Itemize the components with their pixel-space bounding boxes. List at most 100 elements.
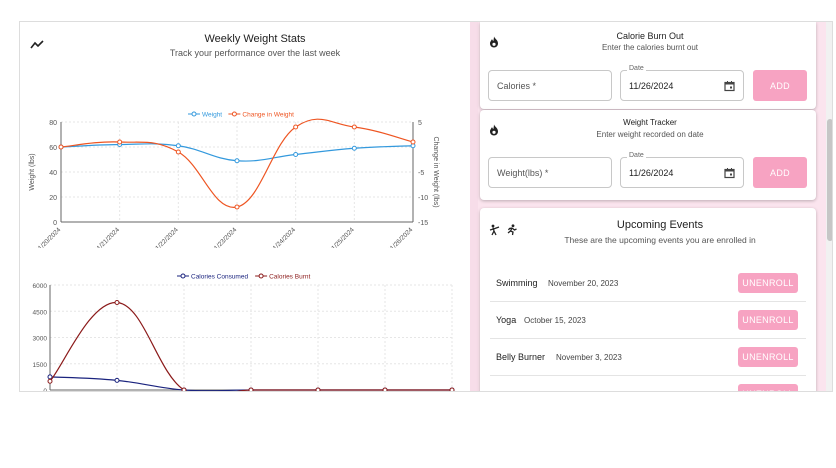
unenroll-button[interactable]: UNENROLL xyxy=(738,384,798,391)
event-date: November 3, 2023 xyxy=(556,352,622,362)
y-tick-label: 1500 xyxy=(33,362,48,369)
x-tick-label: 11/25/2024 xyxy=(328,226,356,248)
calories-input-label: Calories * xyxy=(497,80,537,91)
calorie-add-button[interactable]: ADD xyxy=(753,70,807,101)
weight-date-field[interactable]: Date 11/26/2024 xyxy=(620,152,744,188)
event-name: Belly Burner xyxy=(496,352,546,362)
data-point xyxy=(315,387,321,391)
legend-marker xyxy=(231,111,237,117)
scrollbar-thumb[interactable] xyxy=(827,119,832,241)
data-point xyxy=(351,124,357,130)
y-axis-title: Weight (lbs) xyxy=(29,153,36,190)
event-date: October 22, 2023 xyxy=(542,376,604,391)
x-tick-label: 11/26/2024 xyxy=(387,226,415,248)
calories-chart: 0150030004500600024-11-2324-11-2424-11-2… xyxy=(33,273,455,392)
y-tick-label: 4500 xyxy=(33,309,48,316)
data-point xyxy=(449,387,455,391)
x-tick-label: 11/23/2024 xyxy=(211,226,239,248)
x-tick-label: 11/22/2024 xyxy=(152,226,180,248)
event-date: November 20, 2023 xyxy=(548,278,619,288)
event-name: Walk Fit xyxy=(496,376,528,392)
data-point xyxy=(293,152,299,157)
data-point xyxy=(351,145,357,151)
legend-marker xyxy=(191,111,197,117)
calendar-icon[interactable] xyxy=(724,80,735,91)
data-point xyxy=(114,300,120,305)
calorie-burn-card: Calorie Burn Out Enter the calories burn… xyxy=(480,22,816,109)
weight-add-button[interactable]: ADD xyxy=(753,157,807,188)
data-point xyxy=(410,139,416,145)
weight-tracker-subtitle: Enter weight recorded on date xyxy=(596,130,704,139)
event-row: Swimming November 20, 2023 UNENROLL xyxy=(490,265,806,302)
event-name: Yoga xyxy=(496,315,517,325)
data-point xyxy=(181,387,187,391)
y-tick-label: 80 xyxy=(49,120,57,127)
unenroll-button[interactable]: UNENROLL xyxy=(738,347,798,367)
flame-icon xyxy=(490,36,498,48)
data-point xyxy=(234,204,240,210)
data-point xyxy=(293,124,299,130)
y-tick-label: 40 xyxy=(49,170,57,177)
data-point xyxy=(234,158,240,164)
data-point xyxy=(114,377,120,383)
calendar-icon[interactable] xyxy=(724,167,735,178)
weight-date-value: 11/26/2024 xyxy=(629,167,674,178)
y2-tick-label: -5 xyxy=(418,170,424,177)
upcoming-events-card: Upcoming Events These are the upcoming e… xyxy=(480,208,816,392)
legend-label: Calories Burnt xyxy=(269,274,310,281)
right-pane: Calorie Burn Out Enter the calories burn… xyxy=(478,22,832,392)
y-tick-label: 3000 xyxy=(33,336,48,343)
x-tick-label: 11/24/2024 xyxy=(269,226,297,248)
data-point xyxy=(47,374,53,380)
martial-arts-icon xyxy=(489,224,500,236)
weight-chart: 0 20 40 60 80 11/20/2024 11/21/2024 11/22/2024 1… xyxy=(29,111,439,248)
y-tick-label: 0 xyxy=(53,220,57,227)
legend-label: Weight xyxy=(202,112,222,119)
event-name: Swimming xyxy=(496,278,538,288)
weight-input[interactable]: Weight(lbs) * xyxy=(488,157,612,188)
data-point xyxy=(175,143,181,149)
event-row: Yoga October 15, 2023 UNENROLL xyxy=(490,302,806,339)
y2-tick-label: -15 xyxy=(418,220,428,227)
trending-icon xyxy=(30,40,44,49)
data-point xyxy=(58,144,64,150)
y-tick-label: 60 xyxy=(49,145,57,152)
y-tick-label: 6000 xyxy=(33,283,48,290)
event-row: Walk Fit October 22, 2023 UNENROLL xyxy=(490,376,806,392)
calorie-burn-subtitle: Enter the calories burnt out xyxy=(601,43,699,52)
page: Weekly Weight Stats Track your performan… xyxy=(0,0,836,468)
pane-divider xyxy=(470,22,478,391)
data-point xyxy=(175,149,181,155)
y-tick-label: 0 xyxy=(43,388,47,392)
event-row: Belly Burner November 3, 2023 UNENROLL xyxy=(490,339,806,376)
calories-input[interactable]: Calories * xyxy=(488,70,612,101)
weight-stats-subtitle: Track your performance over the last wee… xyxy=(169,48,341,58)
legend-marker xyxy=(180,273,186,279)
scrollbar[interactable] xyxy=(826,22,832,391)
data-point xyxy=(47,378,53,384)
calorie-date-value: 11/26/2024 xyxy=(629,80,674,91)
calorie-date-field[interactable]: Date 11/26/2024 xyxy=(620,65,744,101)
unenroll-button[interactable]: UNENROLL xyxy=(738,310,798,330)
y2-tick-label: 5 xyxy=(418,120,422,127)
legend-label: Change in Weight xyxy=(242,112,294,119)
weight-tracker-card: Weight Tracker Enter weight recorded on … xyxy=(480,110,816,200)
dashboard: Weekly Weight Stats Track your performan… xyxy=(19,21,833,392)
legend-marker xyxy=(258,273,264,279)
calorie-burn-title: Calorie Burn Out xyxy=(616,31,684,41)
events-subtitle: These are the upcoming events you are en… xyxy=(564,235,756,245)
x-tick-label: 11/20/2024 xyxy=(35,226,63,248)
events-title: Upcoming Events xyxy=(616,219,704,231)
event-date: October 15, 2023 xyxy=(524,315,586,325)
y-tick-label: 20 xyxy=(49,195,57,202)
data-point xyxy=(248,387,254,391)
y2-axis-title: Change in Weight (lbs) xyxy=(432,136,439,207)
y2-tick-label: -10 xyxy=(418,195,428,202)
weight-input-label: Weight(lbs) * xyxy=(497,167,549,178)
data-point xyxy=(382,387,388,391)
running-icon xyxy=(507,224,517,236)
weight-tracker-title: Weight Tracker xyxy=(623,118,677,127)
x-tick-label: 11/21/2024 xyxy=(93,226,121,248)
data-point xyxy=(117,139,123,145)
unenroll-button[interactable]: UNENROLL xyxy=(738,273,798,293)
